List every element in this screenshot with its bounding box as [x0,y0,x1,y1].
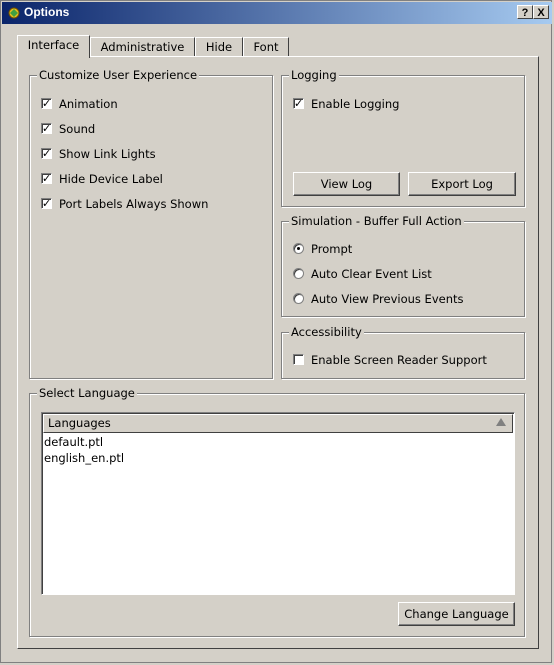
prompt-radio[interactable] [293,243,304,254]
prompt-label: Prompt [311,242,353,256]
animation-checkbox[interactable] [41,96,52,112]
screen-reader-checkbox[interactable] [293,354,304,365]
help-button[interactable]: ? [517,5,533,19]
accessibility-group-title: Accessibility [289,325,364,339]
languages-column-header[interactable]: Languages [43,414,513,433]
auto-clear-label: Auto Clear Event List [311,267,432,281]
auto-view-label: Auto View Previous Events [311,292,464,306]
customize-group: Customize User Experience Animation Soun… [29,68,273,379]
list-item[interactable]: default.ptl [44,434,103,450]
view-log-button[interactable]: View Log [293,172,400,196]
title-bar[interactable]: Options ? X [2,2,552,24]
export-log-button[interactable]: Export Log [408,172,516,196]
sort-ascending-icon [496,418,506,426]
languages-listbox[interactable]: Languages default.ptl english_en.ptl [41,412,515,595]
auto-view-radio[interactable] [293,293,304,304]
customize-group-title: Customize User Experience [37,68,200,82]
select-language-group-title: Select Language [37,386,137,400]
screen-reader-label: Enable Screen Reader Support [311,353,487,367]
hide-device-label-label: Hide Device Label [59,172,163,186]
list-item[interactable]: english_en.ptl [44,450,124,466]
hide-device-label-checkbox[interactable] [41,171,52,187]
auto-clear-radio[interactable] [293,268,304,279]
tab-interface[interactable]: Interface [17,35,90,58]
app-icon [8,7,20,19]
show-link-lights-label: Show Link Lights [59,147,156,161]
tab-font[interactable]: Font [243,37,289,57]
accessibility-group: Accessibility Enable Screen Reader Suppo… [281,325,525,379]
tab-hide[interactable]: Hide [195,37,243,57]
animation-label: Animation [59,97,118,111]
change-language-button[interactable]: Change Language [398,602,515,626]
simulation-group-title: Simulation - Buffer Full Action [289,214,464,228]
languages-column-label: Languages [48,416,111,430]
enable-logging-checkbox[interactable] [293,96,304,112]
options-window: Options ? X Interface Administrative Hid… [0,0,552,663]
show-link-lights-checkbox[interactable] [41,146,52,162]
window-title: Options [24,5,70,19]
tab-administrative[interactable]: Administrative [90,37,195,57]
sound-label: Sound [59,122,96,136]
close-button[interactable]: X [533,5,549,19]
simulation-group: Simulation - Buffer Full Action Prompt A… [281,214,525,317]
port-labels-label: Port Labels Always Shown [59,197,209,211]
logging-group-title: Logging [289,68,339,82]
port-labels-checkbox[interactable] [41,196,52,212]
enable-logging-label: Enable Logging [311,97,400,111]
logging-group: Logging Enable Logging View Log Export L… [281,68,525,207]
sound-checkbox[interactable] [41,121,52,137]
